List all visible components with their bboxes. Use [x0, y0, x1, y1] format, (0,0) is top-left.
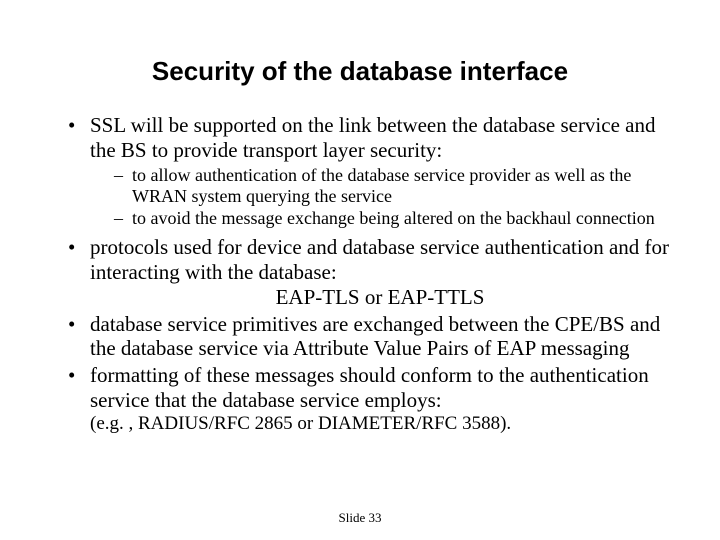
bullet-item-4: formatting of these messages should conf… — [68, 363, 670, 435]
bullet-text: database service primitives are exchange… — [90, 312, 660, 361]
bullet-text: formatting of these messages should conf… — [90, 363, 649, 412]
bullet-item-3: database service primitives are exchange… — [68, 312, 670, 362]
bullet-text: protocols used for device and database s… — [90, 235, 669, 284]
sub-bullet-item-2: to avoid the message exchange being alte… — [114, 208, 670, 229]
bullet-item-1: SSL will be supported on the link betwee… — [68, 113, 670, 229]
slide: Security of the database interface SSL w… — [0, 0, 720, 540]
sub-bullet-item-1: to allow authentication of the database … — [114, 165, 670, 207]
bullet-item-2: protocols used for device and database s… — [68, 235, 670, 309]
slide-number: Slide 33 — [0, 510, 720, 526]
sub-bullet-list: to allow authentication of the database … — [114, 165, 670, 230]
slide-title: Security of the database interface — [50, 56, 670, 87]
bullet-text: SSL will be supported on the link betwee… — [90, 113, 655, 162]
bullet-trailing-note: (e.g. , RADIUS/RFC 2865 or DIAMETER/RFC … — [90, 413, 670, 436]
sub-bullet-text: to avoid the message exchange being alte… — [132, 208, 655, 228]
bullet-list: SSL will be supported on the link betwee… — [50, 113, 670, 435]
bullet-centered-line: EAP-TLS or EAP-TTLS — [90, 285, 670, 310]
sub-bullet-text: to allow authentication of the database … — [132, 165, 631, 206]
